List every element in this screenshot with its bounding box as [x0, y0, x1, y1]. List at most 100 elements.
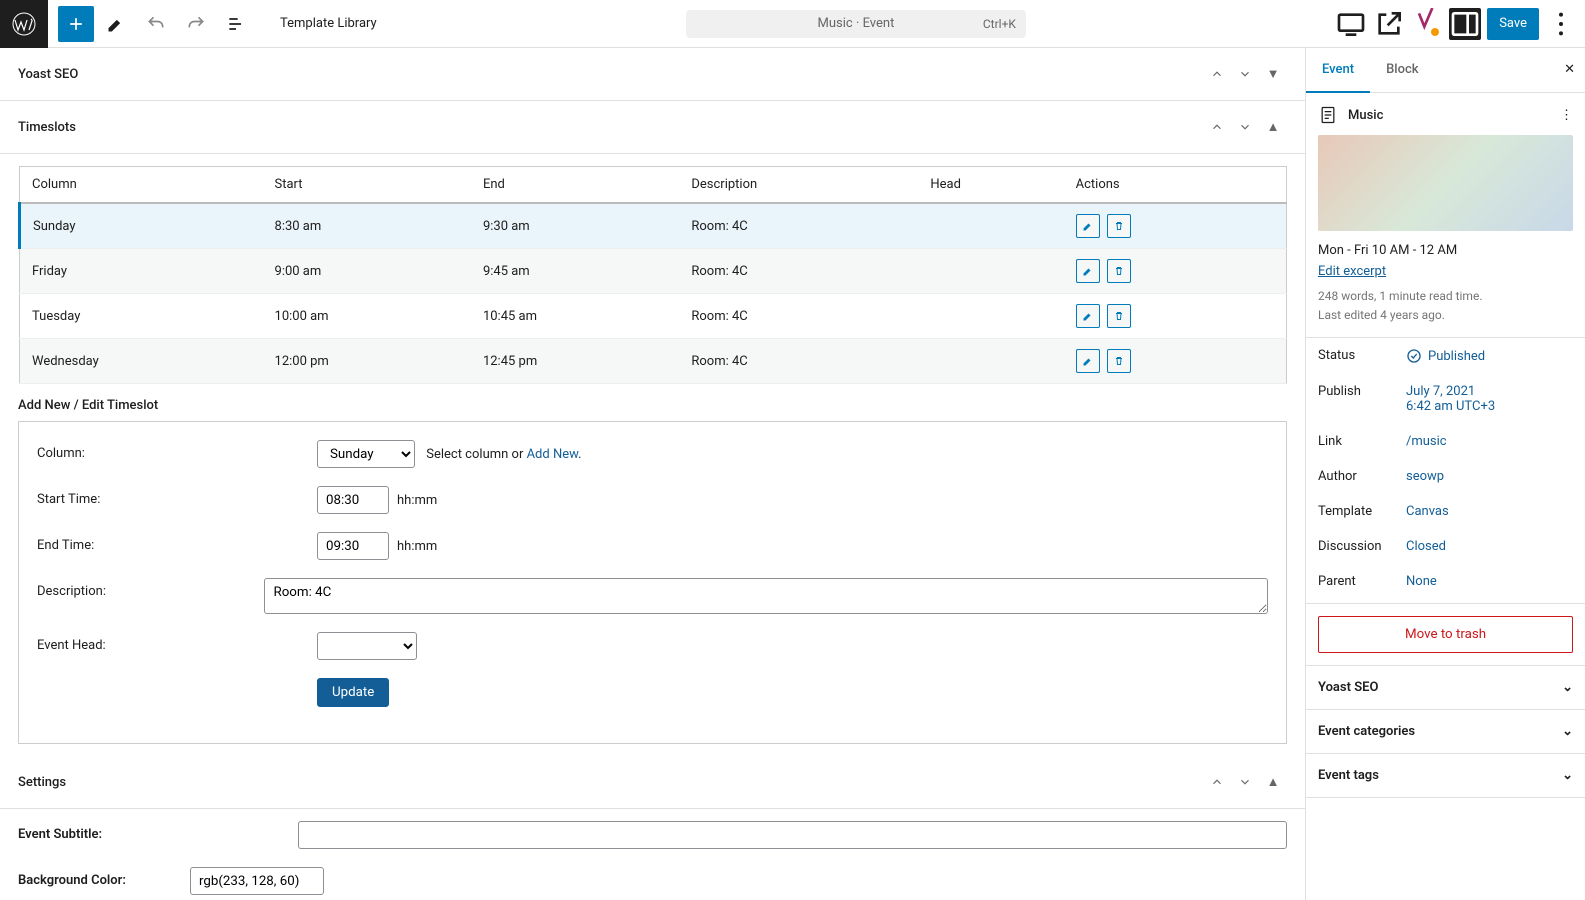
- undo-button[interactable]: [138, 6, 174, 42]
- edit-row-button[interactable]: [1076, 214, 1100, 238]
- cell-desc: Room: 4C: [679, 249, 918, 294]
- discussion-key: Discussion: [1318, 539, 1406, 554]
- chevron-down-icon[interactable]: [1231, 113, 1259, 141]
- bgcolor-input[interactable]: [190, 867, 324, 895]
- edit-row-button[interactable]: [1076, 259, 1100, 283]
- template-library-link[interactable]: Template Library: [280, 16, 377, 31]
- redo-button[interactable]: [178, 6, 214, 42]
- link-value[interactable]: /music: [1406, 434, 1447, 449]
- template-value[interactable]: Canvas: [1406, 504, 1449, 519]
- delete-row-button[interactable]: [1107, 214, 1131, 238]
- parent-key: Parent: [1318, 574, 1406, 589]
- th-desc: Description: [679, 167, 918, 204]
- add-edit-title: Add New / Edit Timeslot: [18, 398, 1287, 413]
- main-content: Yoast SEO ▼ Timeslots ▲ Column Start End…: [0, 48, 1305, 900]
- delete-row-button[interactable]: [1107, 304, 1131, 328]
- excerpt-text: Mon - Fri 10 AM - 12 AM: [1318, 243, 1573, 258]
- timeslots-table: Column Start End Description Head Action…: [18, 166, 1287, 384]
- table-row[interactable]: Wednesday 12:00 pm 12:45 pm Room: 4C: [20, 339, 1287, 384]
- add-block-button[interactable]: [58, 6, 94, 42]
- cell-desc: Room: 4C: [679, 203, 918, 249]
- outline-button[interactable]: [218, 6, 254, 42]
- subtitle-input[interactable]: [298, 821, 1287, 849]
- tab-event[interactable]: Event: [1306, 48, 1370, 93]
- cell-head: [918, 203, 1063, 249]
- desc-label: Description:: [37, 578, 264, 599]
- publish-key: Publish: [1318, 384, 1406, 399]
- cell-head: [918, 339, 1063, 384]
- topbar: Template Library Music · Event Ctrl+K Sa…: [0, 0, 1585, 48]
- settings-panel-header: Settings ▲: [0, 756, 1305, 809]
- parent-value[interactable]: None: [1406, 574, 1437, 589]
- trash-button[interactable]: Move to trash: [1318, 616, 1573, 653]
- start-input[interactable]: [317, 486, 389, 514]
- add-new-link[interactable]: Add New: [527, 447, 579, 462]
- check-circle-icon: [1406, 348, 1422, 364]
- cell-column: Friday: [20, 249, 263, 294]
- discussion-value[interactable]: Closed: [1406, 539, 1446, 554]
- cell-column: Tuesday: [20, 294, 263, 339]
- chevron-down-icon[interactable]: [1231, 768, 1259, 796]
- head-select[interactable]: [317, 632, 417, 660]
- external-link-button[interactable]: [1373, 8, 1405, 40]
- edit-button[interactable]: [98, 6, 134, 42]
- accordion-categories[interactable]: Event categories⌄: [1306, 710, 1585, 754]
- end-hint: hh:mm: [397, 539, 437, 554]
- end-input[interactable]: [317, 532, 389, 560]
- th-head: Head: [918, 167, 1063, 204]
- cell-start: 12:00 pm: [263, 339, 471, 384]
- sidebar-toggle-button[interactable]: [1449, 8, 1481, 40]
- collapse-icon[interactable]: ▲: [1259, 768, 1287, 796]
- author-value[interactable]: seowp: [1406, 469, 1444, 484]
- table-row[interactable]: Sunday 8:30 am 9:30 am Room: 4C: [20, 203, 1287, 249]
- delete-row-button[interactable]: [1107, 259, 1131, 283]
- yoast-icon[interactable]: [1411, 8, 1443, 40]
- link-key: Link: [1318, 434, 1406, 449]
- timeslot-form: Column: Sunday Select column or Add New.…: [18, 421, 1287, 744]
- chevron-up-icon[interactable]: [1203, 768, 1231, 796]
- subtitle-label: Event Subtitle:: [18, 821, 298, 842]
- th-start: Start: [263, 167, 471, 204]
- meta-edited: Last edited 4 years ago.: [1318, 306, 1573, 325]
- command-search[interactable]: Music · Event Ctrl+K: [686, 10, 1026, 38]
- chevron-down-icon[interactable]: [1231, 60, 1259, 88]
- more-icon[interactable]: ⋮: [1560, 108, 1573, 123]
- table-row[interactable]: Friday 9:00 am 9:45 am Room: 4C: [20, 249, 1287, 294]
- page-icon: [1318, 105, 1338, 125]
- table-row[interactable]: Tuesday 10:00 am 10:45 am Room: 4C: [20, 294, 1287, 339]
- status-value[interactable]: Published: [1406, 348, 1485, 364]
- delete-row-button[interactable]: [1107, 349, 1131, 373]
- cell-head: [918, 294, 1063, 339]
- accordion-yoast[interactable]: Yoast SEO⌄: [1306, 666, 1585, 710]
- save-button[interactable]: Save: [1487, 8, 1539, 40]
- cell-start: 10:00 am: [263, 294, 471, 339]
- chevron-up-icon[interactable]: [1203, 60, 1231, 88]
- edit-excerpt-link[interactable]: Edit excerpt: [1318, 264, 1386, 279]
- featured-image[interactable]: [1318, 135, 1573, 231]
- column-hint: Select column or Add New.: [426, 447, 581, 462]
- cell-start: 8:30 am: [263, 203, 471, 249]
- edit-row-button[interactable]: [1076, 349, 1100, 373]
- chevron-up-icon[interactable]: [1203, 113, 1231, 141]
- cell-end: 10:45 am: [471, 294, 679, 339]
- cell-end: 9:45 am: [471, 249, 679, 294]
- view-button[interactable]: [1335, 8, 1367, 40]
- update-button[interactable]: Update: [317, 678, 389, 707]
- collapse-icon[interactable]: ▼: [1259, 60, 1287, 88]
- collapse-icon[interactable]: ▲: [1259, 113, 1287, 141]
- tab-block[interactable]: Block: [1370, 48, 1434, 92]
- accordion-tags[interactable]: Event tags⌄: [1306, 754, 1585, 798]
- wordpress-logo[interactable]: [0, 0, 48, 48]
- cell-head: [918, 249, 1063, 294]
- meta-words: 248 words, 1 minute read time.: [1318, 287, 1573, 306]
- column-select[interactable]: Sunday: [317, 440, 415, 468]
- chevron-down-icon: ⌄: [1562, 680, 1573, 695]
- publish-value[interactable]: July 7, 20216:42 am UTC+3: [1406, 384, 1495, 414]
- more-button[interactable]: [1545, 8, 1577, 40]
- th-actions: Actions: [1064, 167, 1287, 204]
- desc-input[interactable]: Room: 4C: [264, 578, 1268, 614]
- edit-row-button[interactable]: [1076, 304, 1100, 328]
- th-column: Column: [20, 167, 263, 204]
- cell-column: Wednesday: [20, 339, 263, 384]
- close-icon[interactable]: ✕: [1554, 48, 1585, 92]
